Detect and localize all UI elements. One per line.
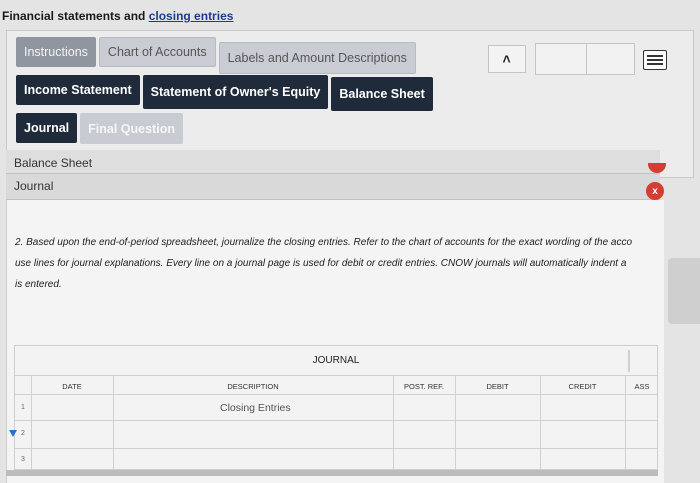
question-instructions: 2. Based upon the end-of-period spreadsh…	[15, 232, 663, 295]
header-description: DESCRIPTION	[227, 382, 279, 391]
page-title: Financial statements and closing entries	[2, 9, 233, 23]
debit-input[interactable]	[456, 395, 539, 420]
horizontal-scrollbar[interactable]	[6, 470, 658, 476]
tab-instructions[interactable]: Instructions	[16, 37, 96, 67]
tab-statement-of-owners-equity[interactable]: Statement of Owner's Equity	[142, 75, 329, 109]
chevron-up-icon: <	[499, 54, 515, 64]
section-balance-sheet-label: Balance Sheet	[14, 156, 93, 170]
header-debit: DEBIT	[486, 382, 509, 391]
row-divider	[15, 448, 657, 449]
nav-box-divider	[586, 44, 587, 74]
instructions-line-1: 2. Based upon the end-of-period spreadsh…	[15, 237, 633, 248]
section-journal[interactable]: Journal	[6, 174, 660, 200]
menu-icon-line	[647, 55, 663, 57]
header-assets: ASS	[634, 382, 650, 391]
side-scroll-handle[interactable]	[668, 258, 700, 324]
tab-chart-of-accounts[interactable]: Chart of Accounts	[98, 37, 216, 67]
header-credit: CREDIT	[568, 382, 597, 391]
closing-entries-link[interactable]: closing entries	[149, 9, 234, 23]
journal-table: JOURNAL DATE DESCRIPTION POST. REF. DEBI…	[14, 345, 658, 471]
journal-title-divider	[628, 350, 630, 372]
instructions-line-2: use lines for journal explanations. Ever…	[15, 258, 627, 269]
credit-input[interactable]	[541, 395, 624, 420]
tab-income-statement[interactable]: Income Statement	[16, 75, 140, 105]
tab-row-2: Income Statement Statement of Owner's Eq…	[16, 75, 433, 111]
journal-title: JOURNAL	[15, 346, 657, 376]
tab-journal[interactable]: Journal	[16, 113, 78, 143]
tab-row-1: Instructions Chart of Accounts Labels an…	[16, 37, 416, 74]
page-title-text: Financial statements and	[2, 9, 146, 23]
date-input[interactable]	[32, 421, 112, 448]
tab-row-3: Journal Final Question	[16, 113, 183, 144]
current-row-indicator-icon	[9, 430, 17, 437]
tab-labels-and-amount-descriptions[interactable]: Labels and Amount Descriptions	[218, 42, 416, 74]
row-number: 2	[21, 430, 25, 437]
header-post-ref: POST. REF.	[403, 382, 444, 391]
menu-icon[interactable]	[643, 50, 667, 70]
debit-input[interactable]	[456, 421, 539, 448]
row-number: 1	[21, 404, 25, 411]
section-balance-sheet[interactable]: Balance Sheet	[6, 150, 660, 174]
tab-balance-sheet[interactable]: Balance Sheet	[331, 77, 433, 111]
date-input[interactable]	[32, 395, 112, 420]
post-ref-input[interactable]	[394, 395, 454, 420]
close-icon[interactable]: x	[646, 182, 664, 200]
header-date: DATE	[62, 382, 82, 391]
tab-final-question[interactable]: Final Question	[80, 113, 183, 144]
row-number: 3	[21, 456, 25, 463]
nav-box	[535, 43, 635, 75]
description-cell[interactable]: Closing Entries	[220, 402, 291, 414]
menu-icon-line	[647, 59, 663, 61]
credit-input[interactable]	[541, 421, 624, 448]
section-journal-label: Journal	[14, 179, 54, 193]
instructions-line-3: is entered.	[15, 279, 62, 290]
menu-icon-line	[647, 63, 663, 65]
previous-button[interactable]: <	[488, 45, 526, 73]
